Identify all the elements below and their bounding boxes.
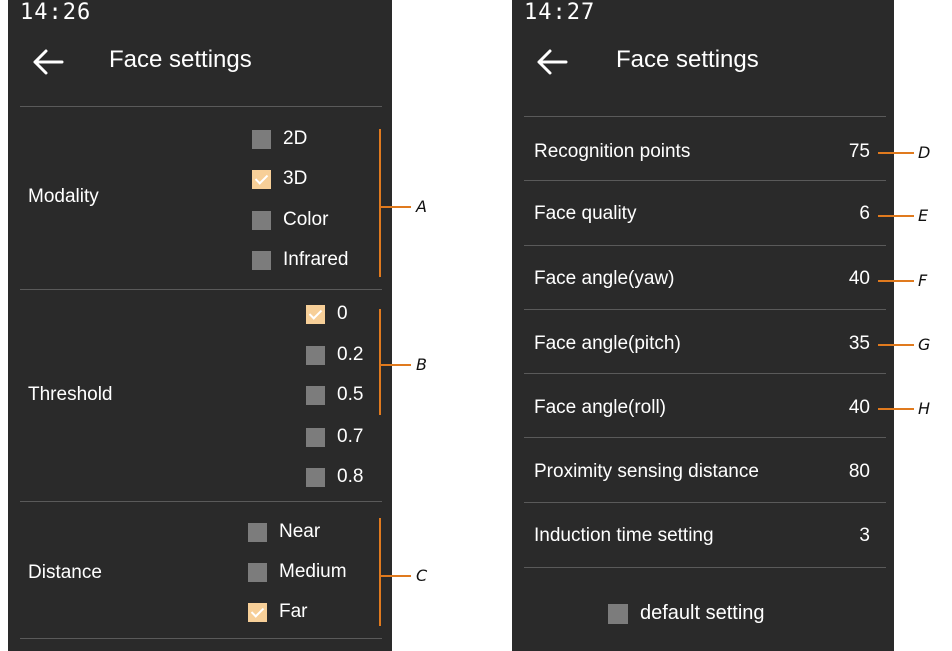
page-title: Face settings bbox=[109, 46, 252, 73]
setting-row-face-quality[interactable]: Face quality 6 bbox=[524, 182, 882, 246]
right-phone-screen: 14:27 Face settings Recognition points 7… bbox=[512, 0, 894, 651]
checkbox-icon bbox=[306, 467, 325, 487]
checkbox-checked-icon bbox=[306, 304, 325, 324]
checkbox-icon bbox=[248, 562, 267, 582]
callout-leader-d bbox=[878, 152, 914, 154]
divider bbox=[524, 309, 886, 310]
callout-label-f: F bbox=[918, 271, 928, 290]
threshold-label: Threshold bbox=[28, 384, 113, 405]
divider bbox=[524, 180, 886, 181]
checkbox-icon bbox=[252, 250, 271, 270]
divider bbox=[20, 638, 382, 639]
checkbox-checked-icon bbox=[248, 602, 267, 622]
callout-label-e: E bbox=[918, 206, 929, 225]
callout-leader-e bbox=[878, 215, 914, 217]
checkbox-icon bbox=[252, 129, 271, 149]
callout-bracket-a bbox=[379, 129, 381, 277]
callout-label-a: A bbox=[416, 197, 427, 216]
left-phone-screen: 14:26 Face settings Modality 2D 3D Color… bbox=[8, 0, 392, 651]
distance-label: Distance bbox=[28, 562, 102, 583]
divider bbox=[524, 116, 886, 117]
callout-label-b: B bbox=[416, 355, 427, 374]
setting-label: Face angle(pitch) bbox=[534, 333, 681, 354]
setting-row-induction-time[interactable]: Induction time setting 3 bbox=[524, 504, 882, 568]
callout-bracket-b bbox=[379, 309, 381, 415]
option-threshold-0-7[interactable]: 0.7 bbox=[306, 424, 363, 450]
divider bbox=[20, 289, 382, 290]
setting-label: Face angle(yaw) bbox=[534, 268, 675, 289]
option-2d[interactable]: 2D bbox=[252, 126, 307, 152]
setting-value: 75 bbox=[848, 141, 870, 162]
callout-bracket-c bbox=[379, 518, 381, 626]
checkbox-icon bbox=[608, 603, 628, 624]
back-arrow-icon[interactable] bbox=[30, 44, 66, 80]
setting-row-recognition-points[interactable]: Recognition points 75 bbox=[524, 120, 882, 184]
callout-label-h: H bbox=[918, 399, 931, 418]
divider bbox=[524, 437, 886, 438]
option-3d[interactable]: 3D bbox=[252, 166, 307, 192]
setting-label: Face angle(roll) bbox=[534, 397, 666, 418]
divider bbox=[524, 245, 886, 246]
setting-value: 80 bbox=[848, 461, 870, 482]
option-infrared[interactable]: Infrared bbox=[252, 247, 348, 273]
option-threshold-0-5[interactable]: 0.5 bbox=[306, 382, 363, 408]
setting-label: Proximity sensing distance bbox=[534, 461, 759, 482]
setting-value: 3 bbox=[859, 525, 870, 546]
option-threshold-0-8[interactable]: 0.8 bbox=[306, 464, 363, 490]
setting-value: 6 bbox=[859, 203, 870, 224]
setting-row-face-angle-roll[interactable]: Face angle(roll) 40 bbox=[524, 376, 882, 440]
default-setting-label: default setting bbox=[640, 602, 765, 624]
callout-leader-c bbox=[381, 575, 411, 577]
option-color[interactable]: Color bbox=[252, 207, 328, 233]
callout-leader-h bbox=[878, 408, 914, 410]
callout-label-g: G bbox=[918, 335, 931, 354]
checkbox-icon bbox=[306, 385, 325, 405]
setting-label: Induction time setting bbox=[534, 525, 714, 546]
option-threshold-0[interactable]: 0 bbox=[306, 301, 348, 327]
checkbox-icon bbox=[248, 522, 267, 542]
setting-value: 40 bbox=[848, 397, 870, 418]
modality-label: Modality bbox=[28, 186, 99, 207]
checkbox-icon bbox=[252, 210, 271, 230]
default-setting-checkbox[interactable]: default setting bbox=[608, 602, 765, 625]
option-near[interactable]: Near bbox=[248, 519, 320, 545]
setting-row-face-angle-yaw[interactable]: Face angle(yaw) 40 bbox=[524, 247, 882, 311]
option-threshold-0-2[interactable]: 0.2 bbox=[306, 342, 363, 368]
status-time: 14:27 bbox=[524, 0, 596, 25]
checkbox-icon bbox=[306, 345, 325, 365]
checkbox-checked-icon bbox=[252, 169, 271, 189]
callout-label-c: C bbox=[416, 566, 428, 585]
callout-leader-a bbox=[381, 206, 411, 208]
setting-label: Face quality bbox=[534, 203, 637, 224]
divider bbox=[524, 373, 886, 374]
setting-value: 35 bbox=[848, 333, 870, 354]
callout-leader-g bbox=[878, 344, 914, 346]
divider bbox=[20, 106, 382, 107]
back-arrow-icon[interactable] bbox=[534, 44, 570, 80]
option-medium[interactable]: Medium bbox=[248, 559, 347, 585]
option-far[interactable]: Far bbox=[248, 599, 308, 625]
setting-row-proximity-sensing-distance[interactable]: Proximity sensing distance 80 bbox=[524, 440, 882, 504]
status-time: 14:26 bbox=[20, 0, 92, 25]
setting-value: 40 bbox=[848, 268, 870, 289]
callout-leader-f bbox=[878, 280, 914, 282]
page-title: Face settings bbox=[616, 46, 759, 73]
setting-label: Recognition points bbox=[534, 141, 691, 162]
checkbox-icon bbox=[306, 427, 325, 447]
divider bbox=[524, 567, 886, 568]
callout-label-d: D bbox=[918, 143, 931, 162]
callout-leader-b bbox=[381, 364, 411, 366]
divider bbox=[524, 502, 886, 503]
setting-row-face-angle-pitch[interactable]: Face angle(pitch) 35 bbox=[524, 312, 882, 376]
divider bbox=[20, 501, 382, 502]
